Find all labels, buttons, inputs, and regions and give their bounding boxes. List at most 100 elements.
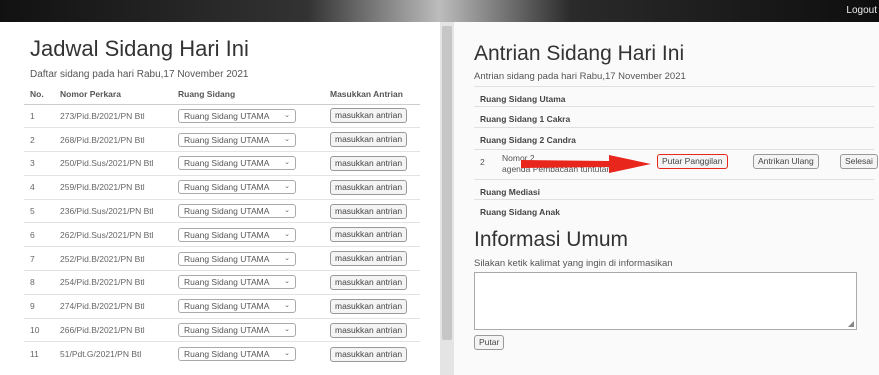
ruang-select[interactable]: Ruang Sidang UTAMA ⌄ xyxy=(178,108,296,123)
row-ruang-cell: Ruang Sidang UTAMA ⌄ xyxy=(172,151,324,176)
chevron-down-icon: ⌄ xyxy=(284,302,290,310)
ruang-select-value: Ruang Sidang UTAMA xyxy=(184,134,270,145)
row-nomor-perkara: 273/Pid.B/2021/PN Btl xyxy=(54,103,172,128)
col-ruang-sidang: Ruang Sidang xyxy=(172,84,324,105)
row-action-cell: masukkan antrian xyxy=(324,341,420,366)
masukkan-antrian-button[interactable]: masukkan antrian xyxy=(330,322,408,338)
masukkan-antrian-button[interactable]: masukkan antrian xyxy=(330,203,408,219)
masukkan-antrian-button[interactable]: masukkan antrian xyxy=(330,346,408,362)
ruang-select-value: Ruang Sidang UTAMA xyxy=(184,158,270,169)
row-ruang-cell: Ruang Sidang UTAMA ⌄ xyxy=(172,222,324,247)
masukkan-antrian-button[interactable]: masukkan antrian xyxy=(330,179,408,195)
logout-link[interactable]: Logout xyxy=(846,5,877,16)
row-no: 9 xyxy=(24,293,54,319)
chevron-down-icon: ⌄ xyxy=(284,135,290,143)
queue-title: Antrian Sidang Hari Ini xyxy=(474,42,685,65)
ruang-select[interactable]: Ruang Sidang UTAMA ⌄ xyxy=(178,299,296,314)
chevron-down-icon: ⌄ xyxy=(284,159,290,167)
selesai-button[interactable]: Selesai xyxy=(840,154,878,169)
col-masukkan-antrian: Masukkan Antrian xyxy=(324,84,420,105)
row-action-cell: masukkan antrian xyxy=(324,103,420,128)
row-ruang-cell: Ruang Sidang UTAMA ⌄ xyxy=(172,174,324,200)
row-ruang-cell: Ruang Sidang UTAMA ⌄ xyxy=(172,103,324,128)
schedule-title: Jadwal Sidang Hari Ini xyxy=(30,36,249,61)
ruang-select-value: Ruang Sidang UTAMA xyxy=(184,325,270,336)
row-action-cell: masukkan antrian xyxy=(324,222,420,247)
chevron-down-icon: ⌄ xyxy=(284,350,290,358)
ruang-select[interactable]: Ruang Sidang UTAMA ⌄ xyxy=(178,156,296,171)
row-nomor-perkara: 266/Pid.B/2021/PN Btl xyxy=(54,317,172,342)
putar-panggilan-button[interactable]: Putar Panggilan xyxy=(657,154,728,169)
row-no: 10 xyxy=(24,317,54,342)
row-nomor-perkara: 51/Pdt.G/2021/PN Btl xyxy=(54,341,172,366)
row-nomor-perkara: 252/Pid.B/2021/PN Btl xyxy=(54,246,172,271)
table-row: 1 273/Pid.B/2021/PN Btl Ruang Sidang UTAMA… xyxy=(24,103,420,128)
chevron-down-icon: ⌄ xyxy=(284,254,290,262)
row-action-cell: masukkan antrian xyxy=(324,246,420,271)
masukkan-antrian-button[interactable]: masukkan antrian xyxy=(330,108,408,124)
putar-button[interactable]: Putar xyxy=(474,335,505,350)
scrollbar[interactable] xyxy=(440,22,454,375)
masukkan-antrian-button[interactable]: masukkan antrian xyxy=(330,227,408,243)
row-no: 11 xyxy=(24,341,54,366)
row-nomor-perkara: 274/Pid.B/2021/PN Btl xyxy=(54,293,172,319)
row-action-cell: masukkan antrian xyxy=(324,174,420,200)
row-action-cell: masukkan antrian xyxy=(324,317,420,342)
table-row: 11 51/Pdt.G/2021/PN Btl Ruang Sidang UTAMA… xyxy=(24,341,420,366)
row-ruang-cell: Ruang Sidang UTAMA ⌄ xyxy=(172,293,324,319)
schedule-table: No. Nomor Perkara Ruang Sidang Masukkan … xyxy=(24,84,420,366)
queue-item: 2 Nomor 2 agenda Pembacaan tuntutan Puta… xyxy=(474,149,878,179)
ruang-select[interactable]: Ruang Sidang UTAMA ⌄ xyxy=(178,347,296,362)
room-utama: Ruang Sidang Utama xyxy=(474,86,874,106)
ruang-select-value: Ruang Sidang UTAMA xyxy=(184,301,270,312)
queue-number: 2 xyxy=(480,157,485,167)
ruang-select[interactable]: Ruang Sidang UTAMA ⌄ xyxy=(178,204,296,219)
ruang-select-value: Ruang Sidang UTAMA xyxy=(184,110,270,121)
schedule-panel: Jadwal Sidang Hari Ini Daftar sidang pad… xyxy=(0,22,440,375)
masukkan-antrian-button[interactable]: masukkan antrian xyxy=(330,298,408,314)
table-row: 3 250/Pid.Sus/2021/PN Btl Ruang Sidang UTA… xyxy=(24,151,420,176)
row-nomor-perkara: 236/Pid.Sus/2021/PN Btl xyxy=(54,198,172,223)
ruang-select-value: Ruang Sidang UTAMA xyxy=(184,206,270,217)
col-nomor-perkara: Nomor Perkara xyxy=(54,84,172,105)
row-no: 7 xyxy=(24,246,54,271)
table-row: 9 274/Pid.B/2021/PN Btl Ruang Sidang UTAMA… xyxy=(24,293,420,319)
row-ruang-cell: Ruang Sidang UTAMA ⌄ xyxy=(172,127,324,152)
ruang-select[interactable]: Ruang Sidang UTAMA ⌄ xyxy=(178,180,296,195)
table-row: 5 236/Pid.Sus/2021/PN Btl Ruang Sidang UTA… xyxy=(24,198,420,223)
chevron-down-icon: ⌄ xyxy=(284,111,290,119)
top-bar: Logout xyxy=(0,0,879,22)
ruang-select[interactable]: Ruang Sidang UTAMA ⌄ xyxy=(178,227,296,242)
row-ruang-cell: Ruang Sidang UTAMA ⌄ xyxy=(172,341,324,366)
table-row: 7 252/Pid.B/2021/PN Btl Ruang Sidang UTAMA… xyxy=(24,246,420,271)
ruang-select[interactable]: Ruang Sidang UTAMA ⌄ xyxy=(178,132,296,147)
row-action-cell: masukkan antrian xyxy=(324,293,420,319)
table-row: 8 254/Pid.B/2021/PN Btl Ruang Sidang UTAMA… xyxy=(24,270,420,295)
ruang-select[interactable]: Ruang Sidang UTAMA ⌄ xyxy=(178,251,296,266)
row-nomor-perkara: 259/Pid.B/2021/PN Btl xyxy=(54,174,172,200)
ruang-select[interactable]: Ruang Sidang UTAMA ⌄ xyxy=(178,323,296,338)
masukkan-antrian-button[interactable]: masukkan antrian xyxy=(330,155,408,171)
row-ruang-cell: Ruang Sidang UTAMA ⌄ xyxy=(172,246,324,271)
masukkan-antrian-button[interactable]: masukkan antrian xyxy=(330,251,408,267)
schedule-subtitle: Daftar sidang pada hari Rabu,17 November… xyxy=(30,69,249,80)
row-no: 4 xyxy=(24,174,54,200)
ruang-select-value: Ruang Sidang UTAMA xyxy=(184,253,270,264)
info-textarea[interactable]: ◢ xyxy=(474,272,857,330)
scrollbar-thumb[interactable] xyxy=(442,26,452,340)
info-title: Informasi Umum xyxy=(474,228,629,251)
room-candra: Ruang Sidang 2 Candra xyxy=(474,127,874,149)
masukkan-antrian-button[interactable]: masukkan antrian xyxy=(330,274,408,290)
ruang-select[interactable]: Ruang Sidang UTAMA ⌄ xyxy=(178,275,296,290)
room-anak: Ruang Sidang Anak xyxy=(474,199,874,223)
room-mediasi: Ruang Mediasi xyxy=(474,179,874,199)
row-action-cell: masukkan antrian xyxy=(324,270,420,295)
chevron-down-icon: ⌄ xyxy=(284,183,290,191)
masukkan-antrian-button[interactable]: masukkan antrian xyxy=(330,132,408,148)
row-no: 5 xyxy=(24,198,54,223)
resize-grip-icon[interactable]: ◢ xyxy=(848,319,854,328)
info-subtitle: Silakan ketik kalimat yang ingin di info… xyxy=(474,258,673,269)
table-row: 10 266/Pid.B/2021/PN Btl Ruang Sidang UTAM… xyxy=(24,317,420,342)
antrikan-ulang-button[interactable]: Antrikan Ulang xyxy=(753,154,819,169)
ruang-select-value: Ruang Sidang UTAMA xyxy=(184,182,270,193)
